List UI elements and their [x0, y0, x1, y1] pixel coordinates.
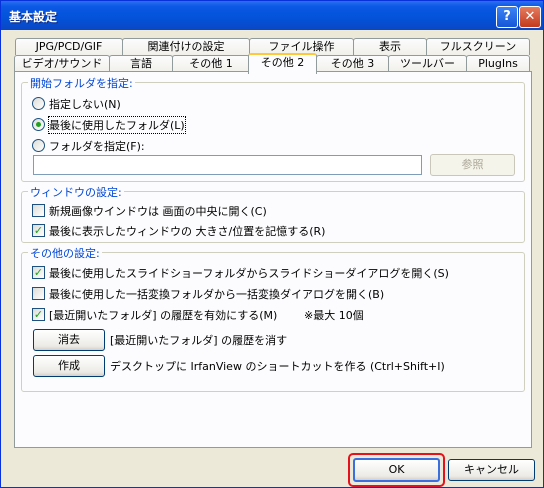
- radio-last-folder-label[interactable]: 最後に使用したフォルダ(L): [48, 116, 186, 134]
- tab-misc-2[interactable]: その他 2: [248, 53, 317, 74]
- radio-specify-folder-label[interactable]: フォルダを指定(F):: [49, 138, 145, 154]
- tab-toolbar[interactable]: ツールバー: [388, 55, 467, 72]
- tab-fullscreen[interactable]: フルスクリーン: [426, 38, 530, 55]
- tab-misc-3[interactable]: その他 3: [316, 55, 389, 72]
- slideshow-label[interactable]: 最後に使用したスライドショーフォルダからスライドショーダイアログを開く(S): [49, 265, 449, 281]
- center-window-checkbox[interactable]: [32, 204, 45, 217]
- tab-association[interactable]: 関連付けの設定: [122, 38, 250, 55]
- cancel-button[interactable]: キャンセル: [448, 459, 535, 481]
- browse-button[interactable]: 参照: [430, 154, 515, 176]
- tab-language[interactable]: 言語: [109, 55, 173, 72]
- other-settings-group-label: その他の設定:: [28, 245, 102, 261]
- tab-display[interactable]: 表示: [353, 38, 427, 55]
- window-settings-group: ウィンドウの設定: 新規画像ウインドウは 画面の中央に開く(C) ✓ 最後に表示…: [21, 184, 525, 243]
- tab-misc-1[interactable]: その他 1: [172, 55, 250, 72]
- start-folder-group-label: 開始フォルダを指定:: [28, 75, 135, 91]
- remember-size-checkbox[interactable]: ✓: [32, 224, 45, 237]
- tab-panel-misc-2: 開始フォルダを指定: 指定しない(N) 最後に使用したフォルダ(L) フォルダを…: [14, 71, 532, 448]
- recent-folders-checkbox[interactable]: ✓: [32, 308, 45, 321]
- clear-history-button[interactable]: 消去: [33, 329, 105, 351]
- recent-max-note: ※最大 10個: [304, 309, 364, 322]
- create-shortcut-desc: デスクトップに IrfanView のショートカットを作る (Ctrl+Shif…: [110, 360, 445, 373]
- recent-folders-label[interactable]: [最近開いたフォルダ] の履歴を有効にする(M): [49, 307, 277, 323]
- help-button[interactable]: ?: [496, 6, 518, 28]
- radio-specify-folder[interactable]: [32, 139, 45, 152]
- remember-size-label[interactable]: 最後に表示したウィンドウの 大きさ/位置を記憶する(R): [49, 223, 325, 239]
- create-shortcut-button[interactable]: 作成: [33, 355, 105, 377]
- tab-plugins[interactable]: PlugIns: [466, 55, 530, 72]
- radio-last-folder[interactable]: [32, 118, 45, 131]
- radio-no-folder-label[interactable]: 指定しない(N): [49, 96, 121, 112]
- window-title: 基本設定: [9, 10, 58, 24]
- close-button[interactable]: ✕: [519, 6, 541, 28]
- start-folder-group: 開始フォルダを指定: 指定しない(N) 最後に使用したフォルダ(L) フォルダを…: [21, 75, 525, 182]
- batch-checkbox[interactable]: [32, 287, 45, 300]
- folder-path-input[interactable]: [33, 155, 422, 175]
- window-settings-group-label: ウィンドウの設定:: [28, 184, 124, 200]
- clear-history-desc: [最近開いたフォルダ] の履歴を消す: [110, 334, 288, 347]
- other-settings-group: その他の設定: ✓ 最後に使用したスライドショーフォルダからスライドショーダイア…: [21, 245, 525, 392]
- ok-highlight-annotation: [348, 453, 445, 487]
- slideshow-checkbox[interactable]: ✓: [32, 266, 45, 279]
- tab-video-sound[interactable]: ビデオ/サウンド: [14, 55, 110, 72]
- radio-no-folder[interactable]: [32, 97, 45, 110]
- batch-label[interactable]: 最後に使用した一括変換フォルダから一括変換ダイアログを開く(B): [49, 286, 384, 302]
- title-bar: 基本設定 ? ✕: [1, 1, 543, 30]
- center-window-label[interactable]: 新規画像ウインドウは 画面の中央に開く(C): [49, 203, 267, 219]
- tab-jpg-pcd-gif[interactable]: JPG/PCD/GIF: [15, 38, 123, 55]
- settings-dialog: 基本設定 ? ✕ JPG/PCD/GIF 関連付けの設定 ファイル操作 表示 フ…: [0, 0, 544, 488]
